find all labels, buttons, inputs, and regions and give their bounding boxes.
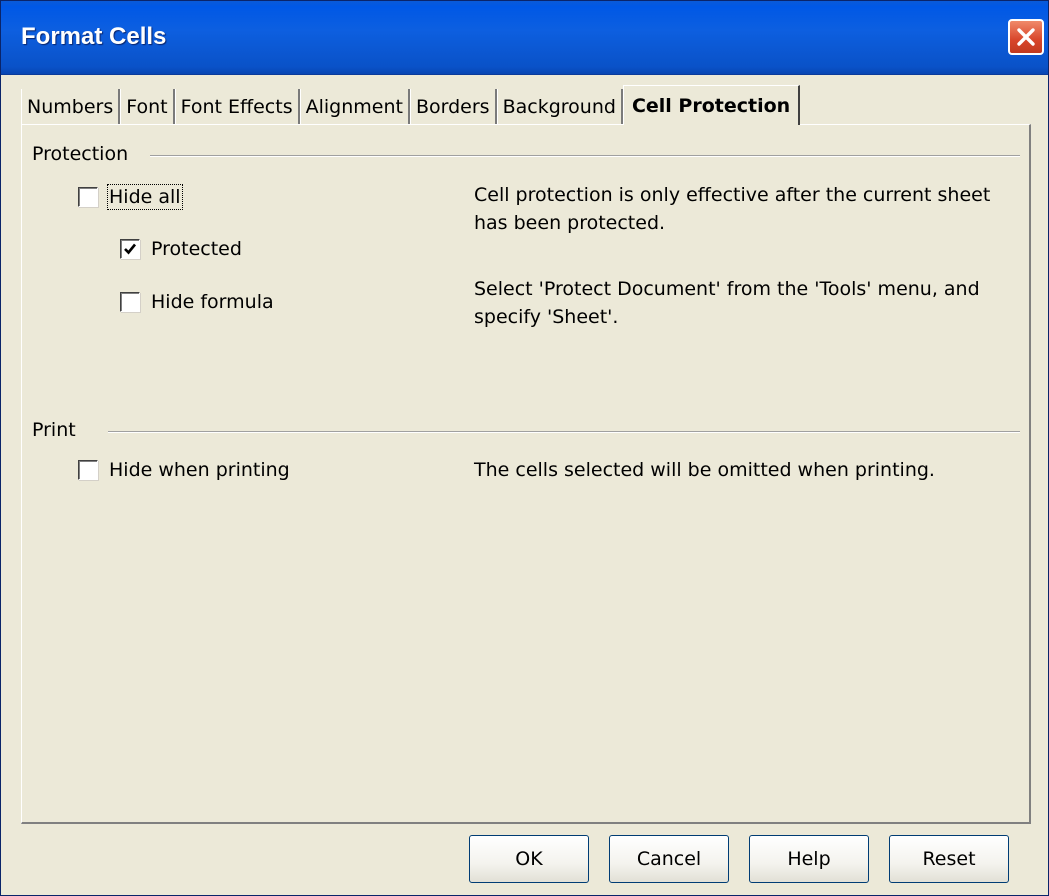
hide-all-checkbox[interactable] xyxy=(78,187,98,207)
protection-separator xyxy=(150,155,1020,157)
title-bar[interactable]: Format Cells xyxy=(1,1,1048,75)
protected-checkbox[interactable] xyxy=(120,239,140,259)
print-separator xyxy=(108,431,1020,433)
cell-protection-panel: Protection Hide all Protected Hide formu… xyxy=(21,124,1031,824)
tab-font-effects[interactable]: Font Effects xyxy=(174,89,300,125)
hide-formula-checkbox[interactable] xyxy=(120,292,140,312)
window-title: Format Cells xyxy=(21,23,167,50)
reset-button[interactable]: Reset xyxy=(889,835,1009,883)
tab-borders[interactable]: Borders xyxy=(409,89,497,125)
tab-font[interactable]: Font xyxy=(120,89,175,125)
tab-numbers[interactable]: Numbers xyxy=(21,89,121,125)
checkmark-icon xyxy=(124,243,137,255)
hide-formula-label: Hide formula xyxy=(151,291,274,313)
hide-when-printing-checkbox[interactable] xyxy=(78,460,98,480)
help-button[interactable]: Help xyxy=(749,835,869,883)
protected-option[interactable]: Protected xyxy=(120,238,242,260)
print-section-label: Print xyxy=(32,419,82,441)
protection-info-text-1: Cell protection is only effective after … xyxy=(474,184,991,234)
ok-button[interactable]: OK xyxy=(469,835,589,883)
protection-info-text-2: Select 'Protect Document' from the 'Tool… xyxy=(474,278,980,328)
print-info-text: The cells selected will be omitted when … xyxy=(474,459,935,481)
tab-alignment[interactable]: Alignment xyxy=(299,89,410,125)
tab-background[interactable]: Background xyxy=(496,89,623,125)
protected-label: Protected xyxy=(151,238,242,260)
cancel-button[interactable]: Cancel xyxy=(609,835,729,883)
close-button[interactable] xyxy=(1008,19,1044,55)
hide-when-printing-option[interactable]: Hide when printing xyxy=(78,459,290,481)
protection-section-label: Protection xyxy=(32,143,135,165)
hide-when-printing-label: Hide when printing xyxy=(109,459,290,481)
tab-cell-protection[interactable]: Cell Protection xyxy=(622,85,801,125)
hide-all-option[interactable]: Hide all xyxy=(78,184,183,210)
hide-all-label: Hide all xyxy=(107,184,183,210)
dialog-buttons: OK Cancel Help Reset xyxy=(469,835,1009,883)
tab-strip: Numbers Font Font Effects Alignment Bord… xyxy=(21,85,801,125)
close-icon xyxy=(1017,28,1035,46)
hide-formula-option[interactable]: Hide formula xyxy=(120,291,274,313)
format-cells-dialog: Format Cells Numbers Font Font Effects A… xyxy=(0,0,1049,896)
